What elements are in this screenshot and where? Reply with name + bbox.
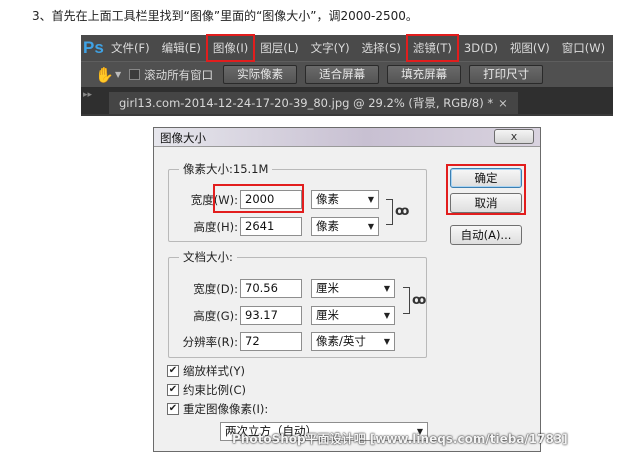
document-tab-label: girl13.com-2014-12-24-17-20-39_80.jpg @ … (119, 96, 494, 110)
doc-height-unit: 厘米 (316, 308, 339, 322)
watermark-text: PhotoShop平面设计吧 [www.lineqs.com/tieba/178… (232, 432, 568, 446)
fill-screen-button[interactable]: 填充屏幕 (387, 65, 462, 84)
pixel-width-input[interactable]: 2000 (240, 190, 302, 209)
chevron-down-icon: ▼ (383, 311, 390, 320)
doc-height-input[interactable]: 93.17 (240, 306, 302, 325)
resolution-unit: 像素/英寸 (316, 334, 366, 348)
document-tab-bar: ▸▸ girl13.com-2014-12-24-17-20-39_80.jpg… (81, 88, 613, 114)
resolution-label: 分辨率(R): (182, 335, 238, 349)
doc-width-unit-select[interactable]: 厘米 ▼ (311, 279, 395, 298)
pixel-width-unit: 像素 (316, 192, 339, 206)
auto-button[interactable]: 自动(A)... (450, 225, 522, 245)
hand-tool-icon[interactable]: ✋ (95, 66, 115, 84)
document-size-legend: 文档大小: (179, 249, 237, 265)
doc-width-input[interactable]: 70.56 (240, 279, 302, 298)
image-size-dialog: 图像大小 x 像素大小:15.1M 宽度(W): 2000 像素 ▼ 高度(H):… (153, 127, 568, 452)
photoshop-window: Ps 文件(F) 编辑(E) 图像(I) 图层(L) 文字(Y) 选择(S) 滤… (81, 34, 613, 116)
doc-height-unit-select[interactable]: 厘米 ▼ (311, 306, 395, 325)
actual-pixels-button[interactable]: 实际像素 (223, 65, 298, 84)
pixel-width-label: 宽度(W): (190, 193, 238, 207)
resample-row[interactable]: ✔ 重定图像像素(I): (167, 401, 268, 417)
chain-link-icon: ꝏ (412, 293, 427, 308)
resolution-unit-select[interactable]: 像素/英寸 ▼ (311, 332, 395, 351)
chevron-down-icon: ▼ (367, 222, 374, 231)
resolution-input[interactable]: 72 (240, 332, 302, 351)
scale-styles-row[interactable]: ✔ 缩放样式(Y) (167, 363, 245, 379)
doc-link-bracket (403, 287, 410, 314)
chevron-down-icon: ▼ (367, 195, 374, 204)
close-tab-icon[interactable]: × (498, 96, 508, 110)
resample-label: 重定图像像素(I): (183, 402, 269, 416)
pixel-height-input[interactable]: 2641 (240, 217, 302, 236)
document-tab[interactable]: girl13.com-2014-12-24-17-20-39_80.jpg @ … (109, 92, 518, 114)
menu-type[interactable]: 文字(Y) (305, 35, 356, 61)
pixel-link-bracket (386, 199, 393, 225)
doc-width-unit: 厘米 (316, 281, 339, 295)
menu-bar: Ps 文件(F) 编辑(E) 图像(I) 图层(L) 文字(Y) 选择(S) 滤… (81, 34, 613, 62)
menu-layer[interactable]: 图层(L) (254, 35, 304, 61)
menu-image[interactable]: 图像(I) (205, 34, 256, 62)
scroll-all-windows-checkbox[interactable] (129, 69, 141, 80)
instruction-text: 3、首先在上面工具栏里找到“图像”里面的“图像大小”，调2000-2500。 (32, 9, 418, 23)
scroll-all-windows-label: 滚动所有窗口 (144, 67, 214, 82)
doc-width-label: 宽度(D): (193, 282, 238, 296)
constrain-proportions-label: 约束比例(C) (183, 383, 247, 397)
close-button[interactable]: x (494, 129, 534, 144)
menu-view[interactable]: 视图(V) (504, 35, 556, 61)
menu-file[interactable]: 文件(F) (105, 35, 156, 61)
menu-filter[interactable]: 滤镜(T) (405, 34, 459, 62)
menu-edit[interactable]: 编辑(E) (156, 35, 207, 61)
chain-link-icon: ꝏ (395, 204, 410, 219)
pixel-dimensions-legend: 像素大小:15.1M (179, 161, 273, 177)
constrain-row[interactable]: ✔ 约束比例(C) (167, 382, 246, 398)
pixel-height-unit: 像素 (316, 219, 339, 233)
chevron-down-icon: ▼ (383, 284, 390, 293)
photoshop-logo: Ps (83, 38, 104, 57)
pixel-height-unit-select[interactable]: 像素 ▼ (311, 217, 379, 236)
scale-styles-label: 缩放样式(Y) (183, 364, 245, 378)
panel-grip-icon: ▸▸ (83, 90, 93, 100)
constrain-proportions-checkbox[interactable]: ✔ (167, 384, 179, 396)
pixel-width-unit-select[interactable]: 像素 ▼ (311, 190, 379, 209)
menu-select[interactable]: 选择(S) (356, 35, 407, 61)
fit-screen-button[interactable]: 适合屏幕 (305, 65, 380, 84)
scale-styles-checkbox[interactable]: ✔ (167, 365, 179, 377)
menu-3d[interactable]: 3D(D) (458, 35, 504, 61)
cancel-button[interactable]: 取消 (450, 193, 522, 213)
tool-preset-dropdown-icon[interactable]: ▼ (115, 70, 121, 79)
pixel-height-label: 高度(H): (193, 220, 239, 234)
options-bar: ✋ ▼ 滚动所有窗口 实际像素 适合屏幕 填充屏幕 打印尺寸 (81, 61, 613, 88)
doc-height-label: 高度(G): (193, 309, 238, 323)
chevron-down-icon: ▼ (383, 337, 390, 346)
print-size-button[interactable]: 打印尺寸 (469, 65, 544, 84)
ok-button[interactable]: 确定 (450, 168, 522, 188)
dialog-titlebar[interactable]: 图像大小 x (154, 128, 540, 147)
menu-window[interactable]: 窗口(W) (556, 35, 611, 61)
resample-checkbox[interactable]: ✔ (167, 403, 179, 415)
dialog-title: 图像大小 (160, 131, 206, 145)
